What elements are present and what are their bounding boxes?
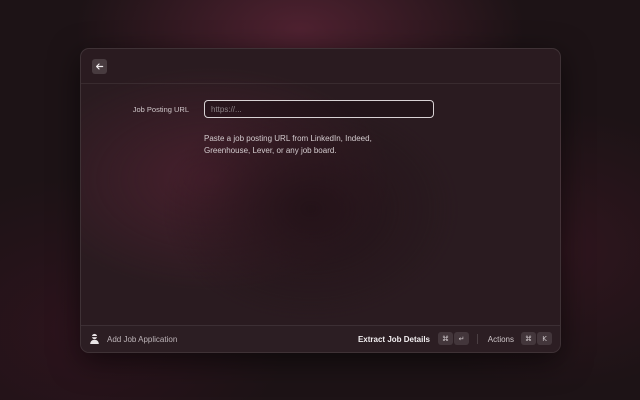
enter-key-icon: ↵	[454, 332, 469, 345]
extension-icon	[90, 333, 99, 344]
url-form-row: Job Posting URL	[81, 100, 560, 120]
command-window: Job Posting URL Paste a job posting URL …	[80, 48, 561, 353]
hint-line-2: Greenhouse, Lever, or any job board.	[204, 146, 337, 155]
hint-line-1: Paste a job posting URL from LinkedIn, I…	[204, 134, 372, 143]
footer-divider	[477, 334, 478, 344]
k-key-icon: K	[537, 332, 552, 345]
command-key-icon: ⌘	[438, 332, 453, 345]
back-button[interactable]	[92, 59, 107, 74]
extract-job-details-button[interactable]: Extract Job Details	[358, 335, 430, 344]
action-bar: Add Job Application Extract Job Details …	[81, 325, 560, 352]
top-bar	[81, 49, 560, 84]
field-hint: Paste a job posting URL from LinkedIn, I…	[204, 133, 424, 157]
command-name: Add Job Application	[107, 335, 178, 344]
actions-button[interactable]: Actions	[488, 335, 514, 344]
field-label: Job Posting URL	[132, 105, 189, 114]
job-url-input[interactable]	[204, 100, 434, 118]
command-key-icon: ⌘	[521, 332, 536, 345]
arrow-left-icon	[95, 63, 104, 70]
